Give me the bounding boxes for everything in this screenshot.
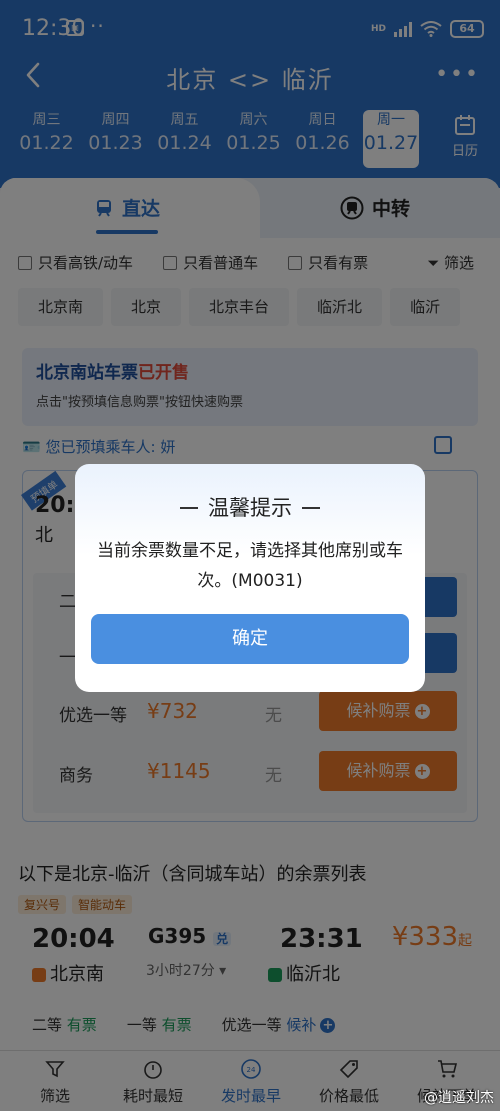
watermark: @逍遥刘杰 [424, 1090, 494, 1106]
alert-dialog: 温馨提示 当前余票数量不足，请选择其他席别或车次。(M0031) 确定 [75, 464, 425, 692]
dialog-message: 当前余票数量不足，请选择其他席别或车次。(M0031) [97, 541, 403, 591]
confirm-button[interactable]: 确定 [91, 614, 409, 664]
page: 12:30 ▣ ·· HD 64 北京 <> 临沂 [0, 0, 500, 1111]
dialog-title: 温馨提示 [75, 492, 425, 522]
